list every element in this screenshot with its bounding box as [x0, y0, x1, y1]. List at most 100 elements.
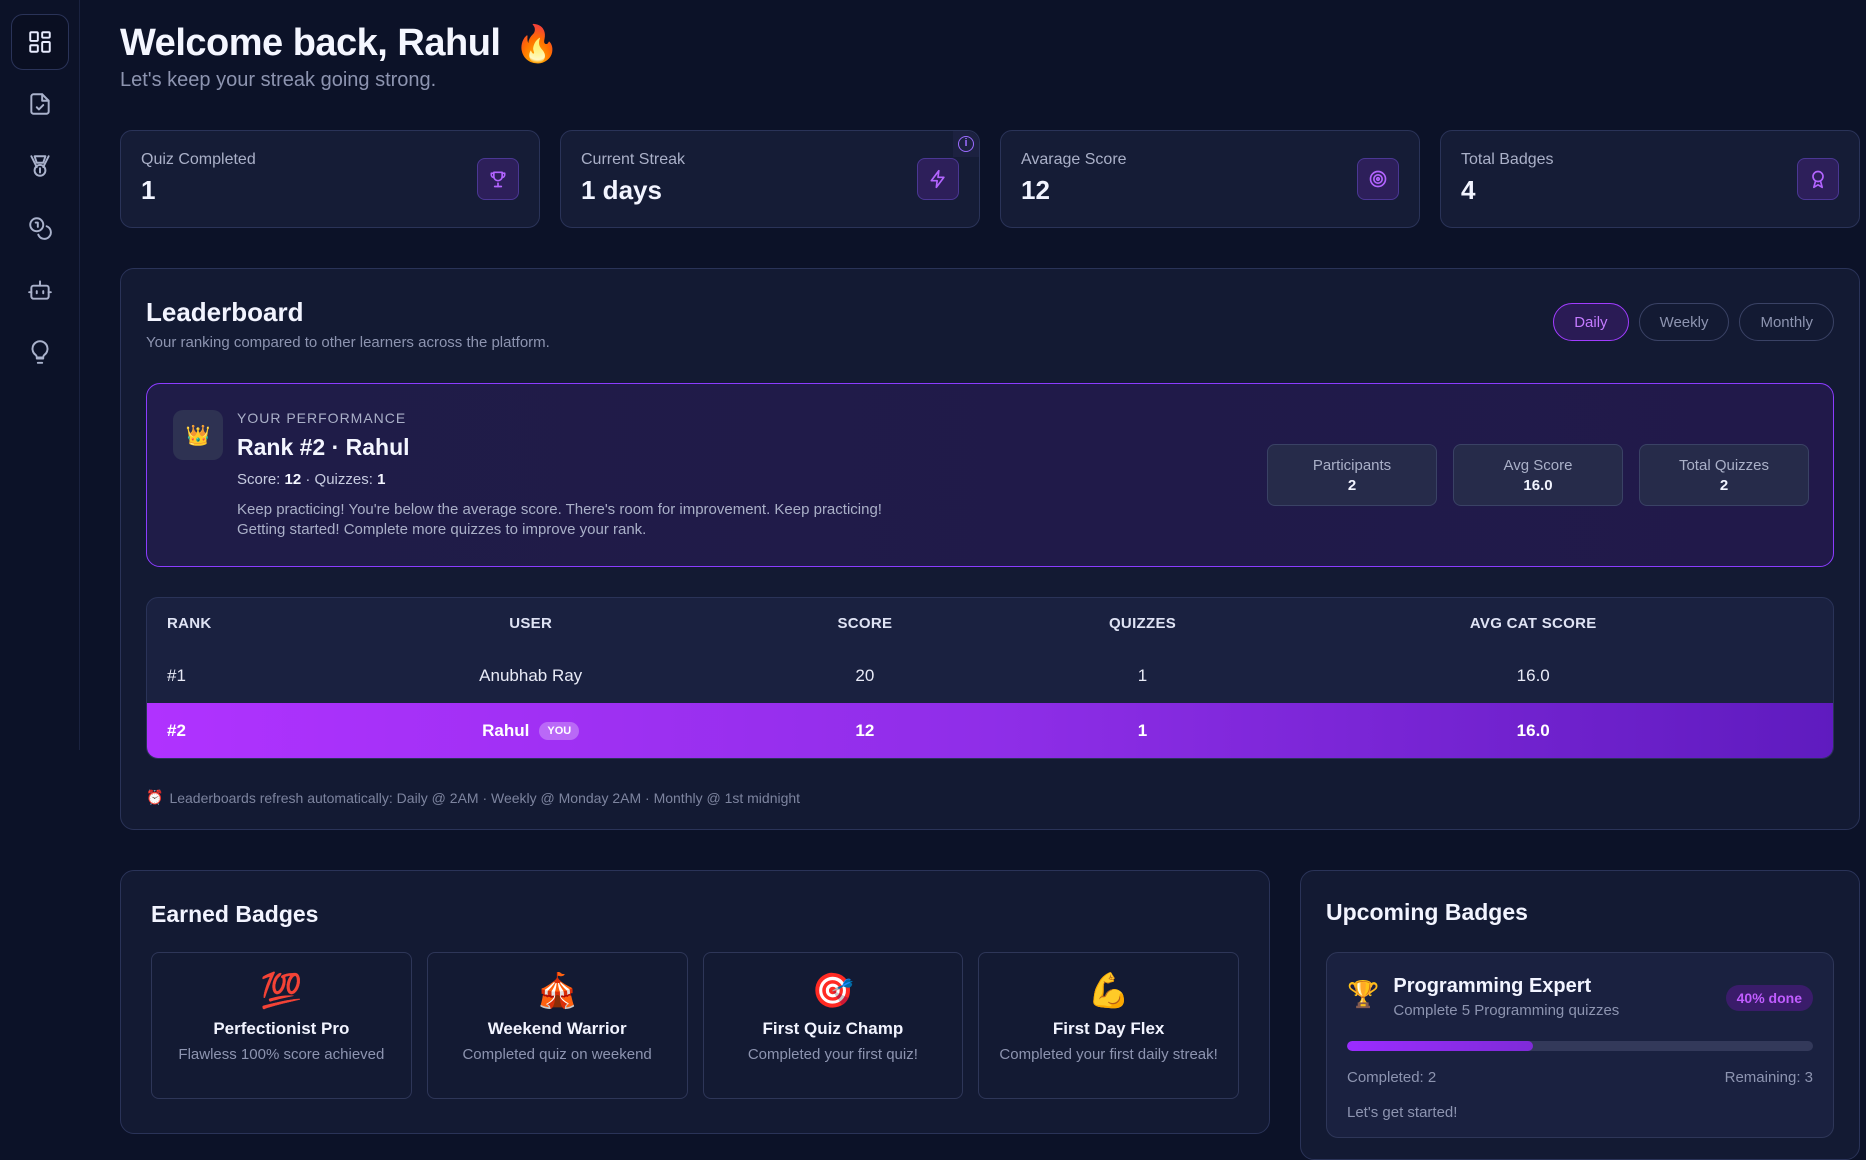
tab-monthly[interactable]: Monthly [1739, 303, 1834, 341]
performance-stats: Participants 2 Avg Score 16.0 Total Quiz… [1267, 444, 1809, 506]
cell-score: 12 [855, 720, 875, 740]
avg-score-stat: Avg Score 16.0 [1453, 444, 1623, 506]
progress-bar-fill [1347, 1041, 1534, 1051]
info-icon[interactable]: i [953, 131, 979, 157]
cell-rank: #2 [167, 720, 186, 740]
sidebar-item-achievements[interactable] [11, 138, 69, 194]
trophy-icon [477, 158, 519, 200]
badge-name: First Quiz Champ [762, 1019, 904, 1038]
column-header-score: SCORE [837, 614, 893, 632]
participants-stat: Participants 2 [1267, 444, 1437, 506]
dashboard-icon [28, 31, 51, 53]
badge-card[interactable]: 💪 First Day Flex Completed your first da… [978, 952, 1239, 1099]
period-tabs: Daily Weekly Monthly [1553, 303, 1834, 341]
stats-row: Quiz Completed 1 Current Streak 1 days i… [120, 130, 1860, 228]
cell-quizzes: 1 [1137, 666, 1148, 685]
stat-card-average-score: Avarage Score 12 [1000, 130, 1420, 228]
upcoming-badge-card[interactable]: 🏆 Programming Expert Complete 5 Programm… [1326, 952, 1834, 1138]
earned-badges-panel: Earned Badges 💯 Perfectionist Pro Flawle… [120, 870, 1270, 1134]
badge-card[interactable]: 🎪 Weekend Warrior Completed quiz on week… [426, 952, 688, 1099]
performance-kicker: YOUR PERFORMANCE [237, 410, 407, 426]
hundred-points-icon: 💯 [260, 972, 303, 1010]
robot-icon [27, 280, 52, 300]
cell-rank: #1 [167, 666, 186, 685]
table-header: RANK USER SCORE QUIZZES AVG CAT SCORE [147, 598, 1833, 648]
main-content: Welcome back, Rahul 🔥 Let's keep your st… [120, 0, 1860, 1160]
earned-badges-title: Earned Badges [151, 901, 319, 927]
badge-card[interactable]: 💯 Perfectionist Pro Flawless 100% score … [151, 952, 412, 1099]
performance-score: 12 [284, 471, 302, 488]
page-title: Welcome back, Rahul [120, 22, 501, 64]
column-header-user: USER [509, 614, 553, 632]
column-header-avg-cat-score: AVG CAT SCORE [1469, 614, 1597, 632]
you-badge: YOU [539, 721, 580, 740]
table-row-current-user[interactable]: #2 Rahul YOU 12 1 16.0 [147, 703, 1833, 758]
column-header-quizzes: QUIZZES [1108, 614, 1177, 632]
badge-name: Weekend Warrior [487, 1019, 627, 1038]
progress-badge: 40% done [1725, 985, 1813, 1011]
bullseye-icon: 🎯 [811, 972, 855, 1010]
stat-label: Quiz Completed [141, 151, 256, 168]
stat-card-current-streak: Current Streak 1 days i [560, 130, 980, 228]
sidebar-item-dashboard[interactable] [10, 14, 69, 70]
badge-card[interactable]: 🎯 First Quiz Champ Completed your first … [702, 952, 964, 1099]
circus-tent-icon: 🎪 [535, 972, 579, 1010]
badges-row: Earned Badges 💯 Perfectionist Pro Flawle… [120, 870, 1860, 1160]
performance-quizzes: 1 [377, 471, 386, 488]
badge-name: Perfectionist Pro [213, 1019, 350, 1038]
flexed-biceps-icon: 💪 [1087, 972, 1130, 1010]
alarm-clock-icon: ⏰ [146, 789, 164, 805]
trophy-icon: 🏆 [1347, 979, 1380, 1009]
tab-daily[interactable]: Daily [1553, 303, 1629, 341]
badge-description: Flawless 100% score achieved [178, 1046, 385, 1063]
award-icon [1797, 158, 1839, 200]
badge-description: Completed your first daily streak! [999, 1046, 1218, 1063]
performance-score-line: Score: 12 · Quizzes: 1 [237, 471, 386, 488]
stat-label: Current Streak [581, 151, 686, 168]
earned-badges-list: 💯 Perfectionist Pro Flawless 100% score … [151, 952, 1239, 1099]
badge-description: Completed your first quiz! [747, 1046, 918, 1063]
upcoming-badge-description: Complete 5 Programming quizzes [1393, 1002, 1620, 1019]
upcoming-badges-title: Upcoming Badges [1326, 899, 1528, 925]
stat-card-quiz-completed: Quiz Completed 1 [120, 130, 540, 228]
leaderboard-footer: ⏰ Leaderboards refresh automatically: Da… [146, 789, 1834, 806]
sidebar-item-quizzes[interactable] [11, 76, 69, 132]
stat-value: 1 [141, 175, 156, 205]
sidebar [0, 0, 80, 750]
flame-icon: 🔥 [514, 22, 560, 64]
coins-icon [28, 217, 52, 240]
progress-bar [1347, 1041, 1813, 1051]
remaining-count: Remaining: 3 [1724, 1069, 1813, 1086]
document-check-icon [29, 93, 50, 115]
progress-counts: Completed: 2 Remaining: 3 [1347, 1069, 1813, 1086]
cell-avg: 16.0 [1516, 666, 1550, 685]
stat-card-total-badges: Total Badges 4 [1440, 130, 1860, 228]
stat-label: Total Badges [1461, 151, 1554, 168]
leaderboard-table: RANK USER SCORE QUIZZES AVG CAT SCORE #1… [146, 597, 1834, 759]
sidebar-item-ai[interactable] [11, 262, 69, 318]
cell-user: Anubhab Ray [479, 666, 583, 685]
table-row[interactable]: #1 Anubhab Ray 20 1 16.0 [147, 648, 1833, 703]
sidebar-item-coins[interactable] [11, 200, 69, 256]
performance-rank: Rank #2 · Rahul [237, 434, 410, 460]
sidebar-item-tips[interactable] [11, 324, 69, 380]
column-header-rank: RANK [167, 614, 212, 632]
refresh-note: Leaderboards refresh automatically: Dail… [169, 789, 801, 806]
target-icon [1357, 158, 1399, 200]
performance-message: Keep practicing! You're below the averag… [237, 501, 882, 538]
stat-value: 4 [1461, 175, 1476, 205]
cell-user: Rahul YOU [383, 721, 678, 741]
stat-value: 12 [1021, 175, 1050, 205]
stat-value: 1 days [581, 175, 662, 205]
cell-avg: 16.0 [1516, 720, 1550, 740]
lightning-icon [917, 158, 959, 200]
performance-body: YOUR PERFORMANCE Rank #2 · Rahul Score: … [237, 410, 882, 540]
total-quizzes-stat: Total Quizzes 2 [1639, 444, 1809, 506]
badge-description: Completed quiz on weekend [462, 1046, 652, 1063]
your-performance-card: 👑 YOUR PERFORMANCE Rank #2 · Rahul Score… [146, 383, 1834, 567]
tab-weekly[interactable]: Weekly [1638, 303, 1730, 341]
badge-name: First Day Flex [1052, 1019, 1165, 1038]
leaderboard-panel: Leaderboard Your ranking compared to oth… [120, 268, 1860, 830]
crown-icon: 👑 [173, 410, 223, 460]
page-subtitle: Let's keep your streak going strong. [120, 69, 437, 91]
